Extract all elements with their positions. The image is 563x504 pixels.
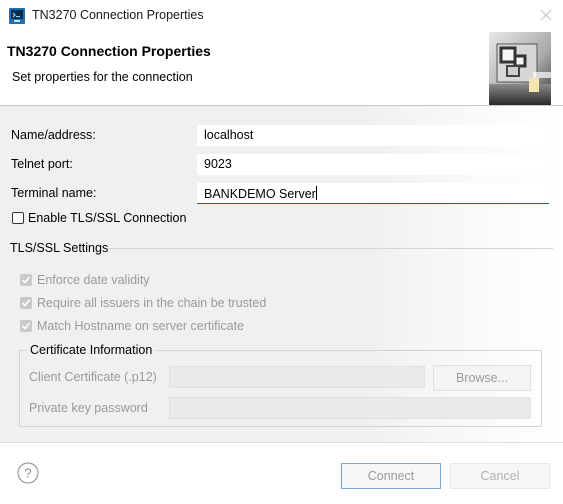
terminal-name-label: Terminal name: [11,186,97,200]
cancel-button[interactable]: Cancel [450,463,550,489]
window-title: TN3270 Connection Properties [32,8,204,22]
client-certificate-input[interactable] [169,366,425,388]
text-cursor [315,186,317,200]
match-hostname-label: Match Hostname on server certificate [37,319,245,333]
dialog-banner: TN3270 Connection Properties Set propert… [0,32,563,105]
connect-button[interactable]: Connect [341,463,441,489]
terminal-app-icon [9,8,25,24]
enforce-date-checkbox[interactable] [20,274,32,286]
svg-text:?: ? [24,466,31,481]
help-icon[interactable]: ? [17,462,39,484]
name-address-label: Name/address: [11,128,96,142]
footer-separator [0,442,563,443]
require-issuers-label: Require all issuers in the chain be trus… [37,296,267,310]
match-hostname-checkbox[interactable] [20,320,32,332]
private-key-password-input[interactable] [169,397,531,419]
certificate-group-label: Certificate Information [27,343,156,357]
terminal-name-value: BANKDEMO Server [204,187,316,201]
enable-tls-checkbox[interactable] [12,212,24,224]
connection-wizard-icon [489,32,551,105]
banner-subtitle: Set properties for the connection [12,70,193,84]
enable-tls-label: Enable TLS/SSL Connection [28,211,187,225]
banner-title: TN3270 Connection Properties [7,43,211,59]
name-address-input[interactable]: localhost [197,125,549,146]
client-certificate-label: Client Certificate (.p12) [29,370,157,384]
browse-button[interactable]: Browse... [433,365,531,391]
telnet-port-value: 9023 [204,157,232,171]
close-icon[interactable] [537,6,555,24]
title-bar: TN3270 Connection Properties [0,0,563,32]
checkmark-icon [21,322,31,330]
checkmark-icon [21,276,31,284]
tls-settings-group-label: TLS/SSL Settings [10,241,109,255]
checkmark-icon [21,299,31,307]
enforce-date-label: Enforce date validity [37,273,150,287]
private-key-password-label: Private key password [29,401,148,415]
tls-settings-divider [108,248,553,249]
telnet-port-label: Telnet port: [11,157,73,171]
terminal-name-input[interactable]: BANKDEMO Server [197,183,549,204]
require-issuers-checkbox[interactable] [20,297,32,309]
telnet-port-input[interactable]: 9023 [197,154,549,175]
name-address-value: localhost [204,128,254,142]
